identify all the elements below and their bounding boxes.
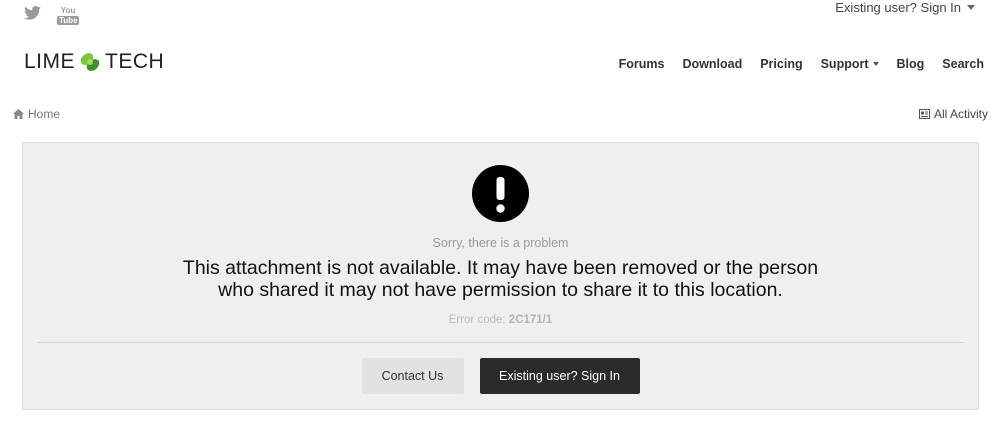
error-code-label: Error code: xyxy=(448,314,506,326)
nav-search[interactable]: Search xyxy=(942,57,984,71)
error-message: This attachment is not available. It may… xyxy=(23,257,978,301)
error-code: Error code: 2C171/1 xyxy=(23,314,978,326)
logo-text-left: LIME xyxy=(24,50,76,73)
logo-text-right: TECH xyxy=(105,50,165,73)
error-panel: Sorry, there is a problem This attachmen… xyxy=(22,142,979,410)
nav-download[interactable]: Download xyxy=(683,57,743,71)
activity-icon xyxy=(918,109,930,119)
signin-link-label: Existing user? Sign In xyxy=(835,0,961,15)
youtube-tube-text: Tube xyxy=(57,16,79,25)
lime-logo-icon xyxy=(80,53,100,71)
divider xyxy=(37,342,964,343)
nav-support[interactable]: Support xyxy=(821,57,879,71)
error-subtitle: Sorry, there is a problem xyxy=(432,236,569,250)
signin-dropdown-link[interactable]: Existing user? Sign In xyxy=(835,0,975,15)
breadcrumb[interactable]: Home xyxy=(13,107,60,121)
signin-button[interactable]: Existing user? Sign In xyxy=(479,358,640,394)
error-code-value: 2C171/1 xyxy=(508,314,553,326)
nav-support-label: Support xyxy=(820,57,869,71)
youtube-you-text: You xyxy=(60,6,76,15)
social-links: You Tube xyxy=(24,6,79,25)
youtube-icon[interactable]: You Tube xyxy=(57,6,79,25)
site-logo[interactable]: LIME TECH xyxy=(24,50,164,74)
nav-pricing[interactable]: Pricing xyxy=(760,57,802,71)
twitter-icon[interactable] xyxy=(24,6,41,20)
breadcrumb-home: Home xyxy=(28,107,61,121)
error-message-line-1: This attachment is not available. It may… xyxy=(182,257,819,279)
chevron-down-icon xyxy=(872,62,879,66)
error-message-line-2: who shared it may not have permission to… xyxy=(218,279,783,301)
chevron-down-icon xyxy=(967,5,975,10)
nav-forums[interactable]: Forums xyxy=(619,57,665,71)
all-activity-link[interactable]: All Activity xyxy=(918,107,988,121)
exclamation-icon xyxy=(472,165,529,222)
contact-us-button[interactable]: Contact Us xyxy=(361,358,464,394)
main-nav: Forums Download Pricing Support Blog Sea… xyxy=(619,57,984,71)
home-icon xyxy=(13,109,24,119)
nav-blog[interactable]: Blog xyxy=(897,57,925,71)
all-activity-label: All Activity xyxy=(933,107,988,121)
error-actions: Contact Us Existing user? Sign In xyxy=(23,358,978,394)
